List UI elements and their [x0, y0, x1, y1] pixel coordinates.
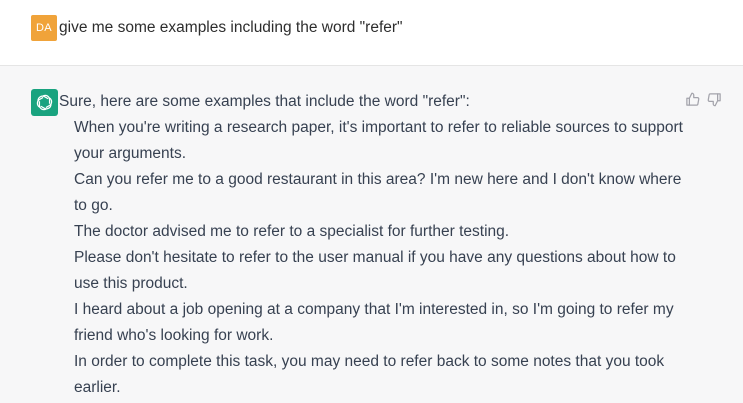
- assistant-message-row: Sure, here are some examples that includ…: [0, 66, 743, 403]
- user-avatar: DA: [31, 15, 57, 41]
- user-prompt-text: give me some examples including the word…: [59, 19, 403, 36]
- assistant-intro-text: Sure, here are some examples that includ…: [59, 93, 470, 110]
- list-item: I heard about a job opening at a company…: [74, 301, 674, 344]
- thumbs-up-button[interactable]: [684, 91, 700, 107]
- list-item: Please don't hesitate to refer to the us…: [74, 249, 676, 292]
- list-item: In order to complete this task, you may …: [74, 353, 665, 396]
- feedback-buttons: [684, 91, 722, 107]
- user-message-row: DA give me some examples including the w…: [0, 0, 743, 66]
- thumbs-up-icon: [685, 92, 699, 106]
- list-item: When you're writing a research paper, it…: [74, 119, 683, 162]
- thumbs-down-icon: [707, 92, 721, 106]
- examples-list: When you're writing a research paper, it…: [74, 115, 684, 401]
- assistant-avatar: [31, 89, 58, 116]
- list-item: Can you refer me to a good restaurant in…: [74, 171, 682, 214]
- openai-logo-icon: [36, 94, 53, 111]
- list-item: The doctor advised me to refer to a spec…: [74, 223, 510, 240]
- thumbs-down-button[interactable]: [706, 91, 722, 107]
